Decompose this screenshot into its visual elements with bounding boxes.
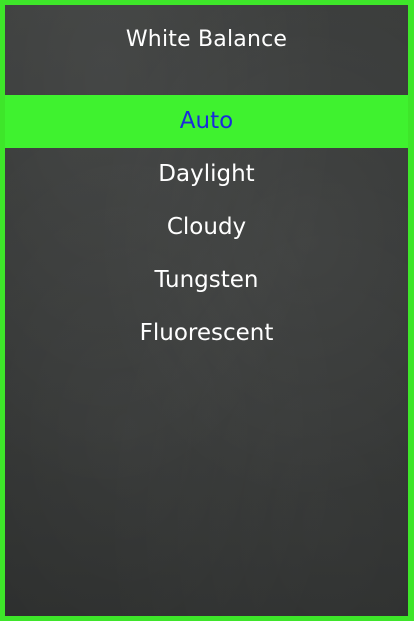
white-balance-menu: Auto Daylight Cloudy Tungsten Fluorescen… — [5, 95, 408, 360]
panel-header: White Balance — [5, 5, 408, 95]
menu-item-cloudy[interactable]: Cloudy — [5, 201, 408, 254]
white-balance-panel: White Balance Auto Daylight Cloudy Tungs… — [0, 0, 414, 621]
menu-item-tungsten[interactable]: Tungsten — [5, 254, 408, 307]
menu-item-daylight[interactable]: Daylight — [5, 148, 408, 201]
panel-title: White Balance — [125, 27, 288, 52]
menu-item-fluorescent[interactable]: Fluorescent — [5, 307, 408, 360]
menu-item-auto[interactable]: Auto — [5, 95, 408, 148]
